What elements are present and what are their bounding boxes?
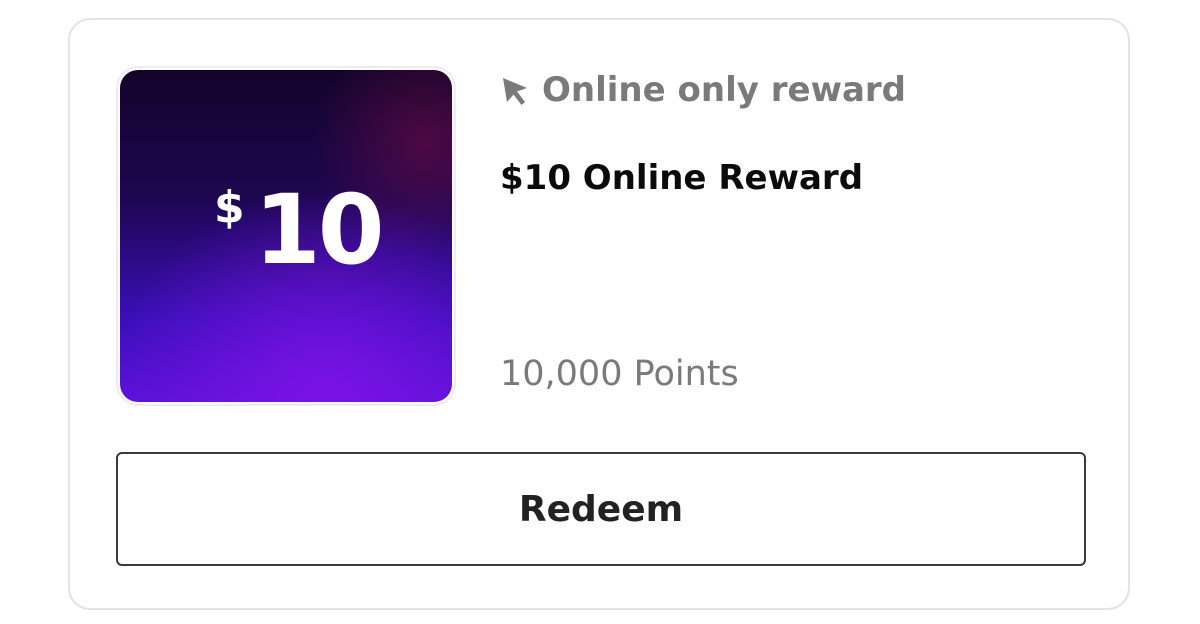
redeem-button[interactable]: Redeem [116,452,1086,566]
reward-image: $ 10 [116,66,456,406]
reward-image-value: 10 [254,174,385,286]
cursor-arrow-icon [503,78,527,105]
reward-title: $10 Online Reward [500,158,864,198]
reward-points: 10,000 Points [500,354,739,394]
reward-image-artwork: $ 10 [120,70,452,402]
online-only-label: Online only reward [542,70,907,110]
online-only-badge: Online only reward [500,70,906,110]
reward-image-currency: $ [214,182,245,233]
reward-card: $ 10 Online only reward $10 Online Rewar… [68,18,1130,610]
